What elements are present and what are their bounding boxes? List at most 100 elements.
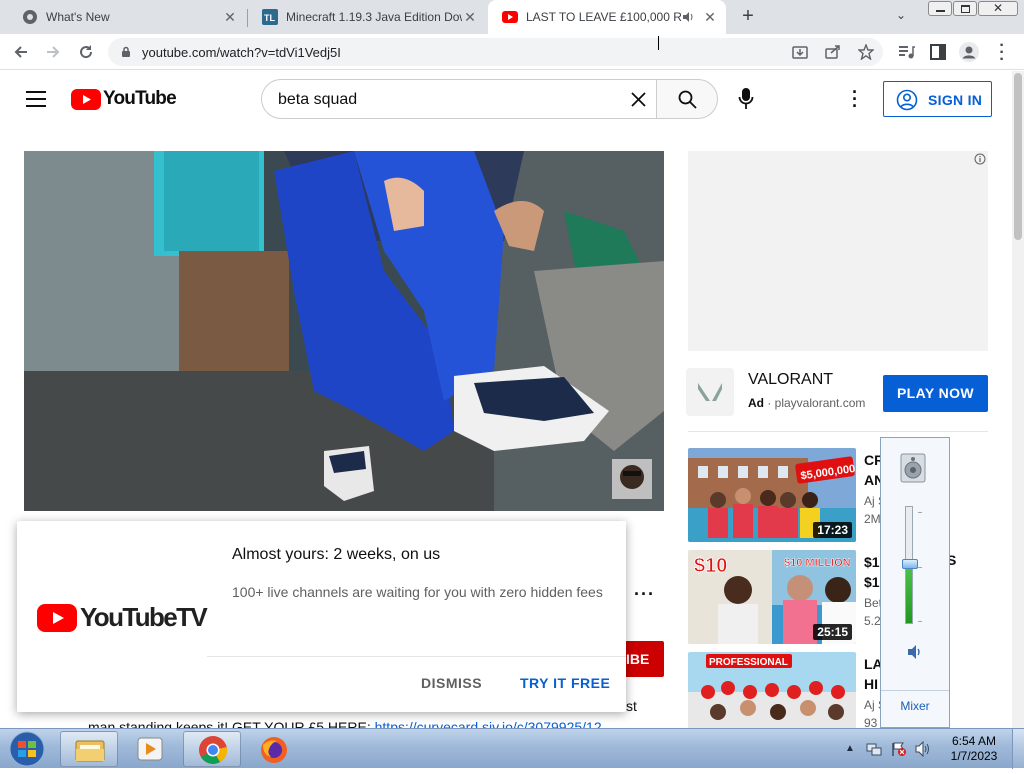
video-player[interactable]	[24, 151, 664, 511]
mixer-divider	[881, 690, 949, 691]
ad-banner[interactable]	[688, 151, 988, 351]
volume-mixer-flyout: Mixer	[880, 437, 950, 728]
play-now-button[interactable]: PLAY NOW	[883, 375, 988, 412]
action-center-flag-icon[interactable]	[891, 741, 907, 757]
clear-search-icon[interactable]	[631, 92, 646, 107]
tab-youtube-active[interactable]: LAST TO LEAVE £100,000 RV ✕	[488, 0, 726, 34]
taskbar-chrome-button[interactable]	[183, 731, 241, 767]
video-thumbnail[interactable]: $5,000,000 17:23	[688, 448, 856, 542]
folder-icon	[75, 740, 105, 762]
ad-brand[interactable]: VALORANT	[748, 371, 833, 389]
tab-minecraft[interactable]: TL Minecraft 1.19.3 Java Edition Dow ✕	[248, 0, 486, 34]
windows-start-orb-icon	[9, 731, 45, 767]
video-title-line2: $1	[864, 574, 880, 590]
taskbar-firefox-button[interactable]	[245, 731, 303, 767]
settings-kebab-icon[interactable]: · · ·	[850, 83, 860, 115]
thumbnail-text: $10	[694, 555, 727, 577]
recommendation-item[interactable]: $10 $10 MILLION 25:15 $1 $1 Bet 5.2	[688, 550, 1012, 644]
ad-meta: Ad · playvalorant.com	[748, 396, 865, 410]
tab-title: What's New	[46, 10, 110, 24]
volume-tick-marks	[918, 512, 926, 622]
reload-icon[interactable]	[77, 43, 95, 61]
valorant-icon	[698, 383, 722, 401]
search-query-text: beta squad	[278, 91, 358, 108]
minimize-button[interactable]	[928, 1, 952, 16]
mute-speaker-icon[interactable]	[906, 644, 924, 660]
valorant-logo[interactable]	[686, 368, 734, 416]
youtube-tv-logo-text: YouTubeTV	[80, 602, 208, 632]
taskbar-clock[interactable]: 6:54 AM 1/7/2023	[944, 734, 1004, 764]
tab-whats-new[interactable]: What's New ✕	[8, 0, 246, 34]
ad-domain: playvalorant.com	[774, 396, 866, 410]
side-panel-icon[interactable]	[929, 43, 947, 61]
install-app-icon[interactable]	[792, 44, 808, 60]
bookmark-star-icon[interactable]	[858, 44, 874, 60]
promo-headline: Almost yours: 2 weeks, on us	[232, 546, 441, 563]
search-button[interactable]	[656, 79, 718, 119]
sign-in-button[interactable]: SIGN IN	[883, 81, 992, 117]
restore-button[interactable]	[953, 1, 977, 16]
mixer-link[interactable]: Mixer	[881, 699, 949, 713]
hamburger-menu-icon[interactable]	[26, 91, 46, 107]
profile-icon	[962, 46, 976, 59]
start-button[interactable]	[2, 729, 52, 769]
taskbar-media-player-button[interactable]	[121, 731, 179, 767]
ad-dot: ·	[764, 396, 775, 410]
back-arrow-icon[interactable]	[12, 43, 30, 61]
lock-icon[interactable]	[120, 46, 132, 58]
tl-icon: TL	[262, 9, 278, 25]
clock-time: 6:54 AM	[951, 734, 997, 748]
speaker-device-icon[interactable]	[899, 452, 929, 484]
browser-toolbar: youtube.com/watch?v=tdVi1Vedj5I · · ·	[0, 34, 1024, 70]
show-desktop-button[interactable]	[1012, 729, 1024, 769]
dismiss-button[interactable]: DISMISS	[421, 675, 482, 691]
taskbar-explorer-button[interactable]	[60, 731, 118, 767]
profile-avatar[interactable]	[959, 42, 979, 62]
youtube-header: YouTube beta squad · · · SIGN IN	[0, 71, 1012, 127]
restore-icon	[961, 5, 970, 13]
thumbnail-text: PROFESSIONAL	[709, 657, 788, 668]
video-frame	[24, 151, 664, 511]
show-hidden-icons-chevron-icon[interactable]: ▲	[845, 743, 855, 754]
sign-in-label: SIGN IN	[928, 92, 983, 108]
share-icon[interactable]	[825, 44, 841, 60]
clock-date: 1/7/2023	[950, 749, 998, 763]
youtube-tv-logo-area: YouTubeTV	[17, 521, 208, 712]
tab-close-icon[interactable]: ✕	[222, 9, 238, 25]
tab-close-icon[interactable]: ✕	[462, 9, 478, 25]
ad-info-icon[interactable]	[974, 153, 986, 165]
description-right-fragment: st	[626, 698, 637, 714]
network-icon[interactable]	[866, 741, 882, 757]
scrollbar-thumb[interactable]	[1014, 73, 1022, 240]
youtube-logo-icon	[71, 88, 101, 110]
firefox-icon	[261, 737, 287, 763]
media-controls-icon[interactable]	[897, 43, 915, 61]
more-actions-icon[interactable]: ···	[634, 584, 654, 604]
recommendation-item[interactable]: $5,000,000 17:23 CR AN Aj S 2M	[688, 448, 1012, 542]
sidebar-divider	[688, 431, 988, 432]
video-thumbnail[interactable]: PROFESSIONAL	[688, 652, 856, 728]
volume-tray-icon[interactable]	[915, 741, 931, 757]
youtube-icon	[502, 11, 518, 23]
search-input[interactable]: beta squad	[261, 79, 656, 119]
tab-title: LAST TO LEAVE £100,000 RV	[526, 10, 682, 24]
video-title-line1: $1	[864, 554, 880, 570]
page-scrollbar[interactable]	[1012, 71, 1024, 728]
recommendation-item[interactable]: PROFESSIONAL LA HI Aj S 93	[688, 652, 1012, 728]
youtube-logo[interactable]: YouTube	[71, 88, 177, 110]
audio-playing-icon[interactable]	[682, 10, 696, 24]
description-link[interactable]: https://curvecard.sjv.io/c/3079925/12	[375, 719, 602, 728]
video-description: man standing keeps it! GET YOUR £5 HERE:…	[88, 717, 602, 728]
microphone-icon[interactable]	[738, 87, 754, 111]
tab-close-icon[interactable]: ✕	[702, 9, 718, 25]
youtube-logo-text: YouTube	[103, 88, 177, 109]
close-window-button[interactable]: ✕	[978, 1, 1018, 16]
address-bar[interactable]: youtube.com/watch?v=tdVi1Vedj5I	[108, 38, 883, 66]
new-tab-plus-icon[interactable]: +	[738, 6, 758, 27]
volume-slider-thumb[interactable]	[902, 559, 918, 569]
browser-menu-kebab-icon[interactable]: · · ·	[997, 38, 1007, 68]
try-it-free-button[interactable]: TRY IT FREE	[520, 675, 610, 691]
tab-search-chevron-icon[interactable]: ⌄	[896, 8, 914, 26]
video-thumbnail[interactable]: $10 $10 MILLION 25:15	[688, 550, 856, 644]
forward-arrow-icon[interactable]	[44, 43, 62, 61]
